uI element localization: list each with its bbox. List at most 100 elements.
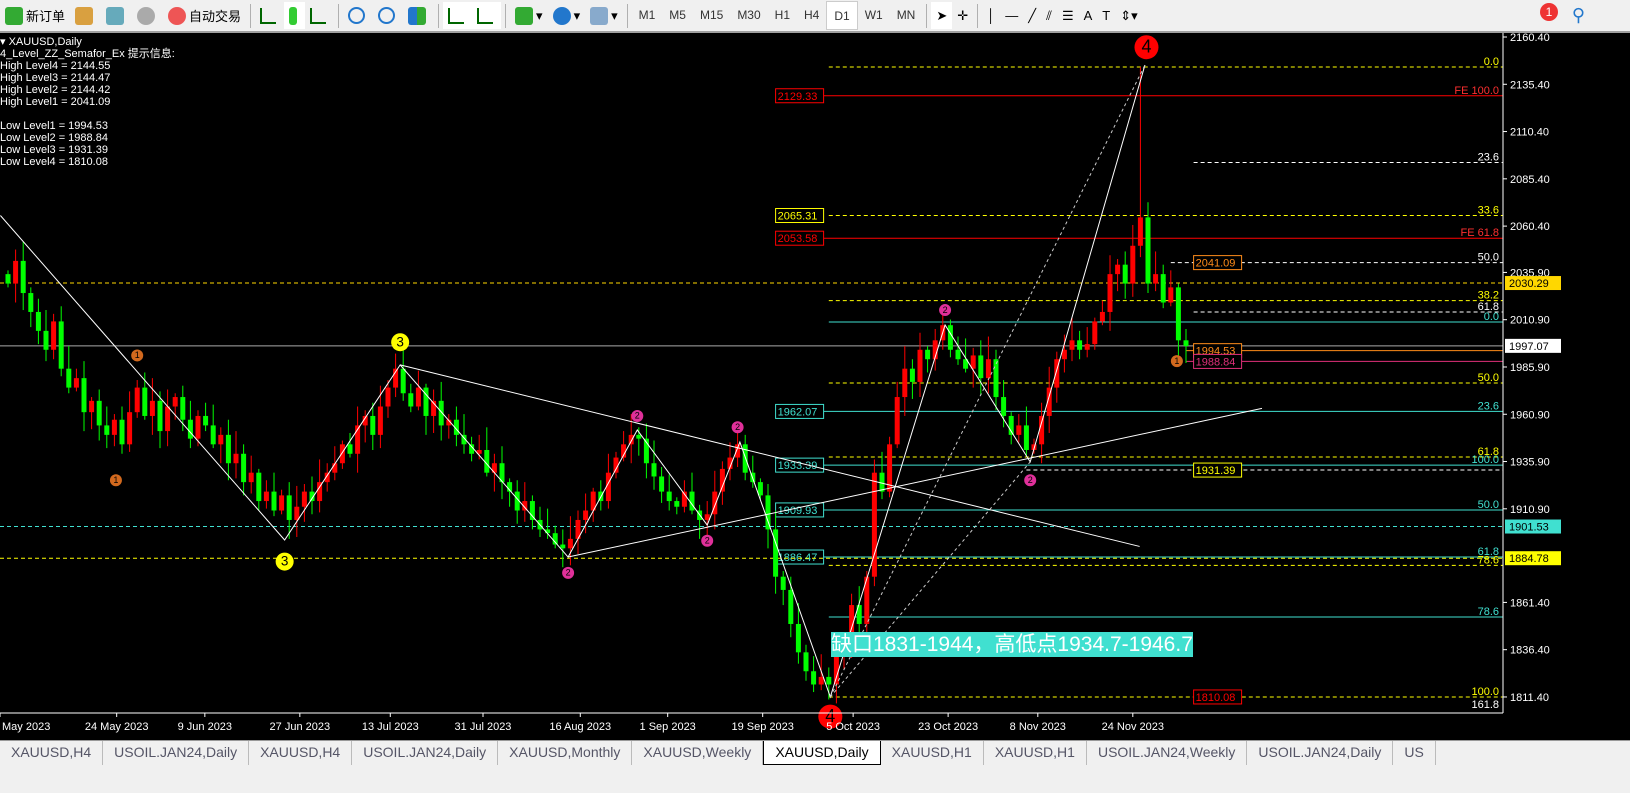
chart-tab[interactable]: XAUUSD,H1 — [881, 741, 984, 765]
candle-body — [233, 453, 239, 464]
new-order-button[interactable]: 新订单 — [0, 2, 70, 29]
candle-body — [370, 415, 376, 435]
fibo-base-line — [829, 64, 1146, 698]
candle-body — [119, 419, 125, 445]
signal-button[interactable] — [132, 2, 163, 29]
chart-tab[interactable]: XAUUSD,H4 — [249, 741, 353, 765]
chart-canvas[interactable]: 0.0 FE 100.0 2129.33 23.6 33.6 2065.31 FE 61.8… — [0, 32, 1630, 740]
time-tick-label: May 2023 — [2, 721, 50, 733]
candle-body — [636, 434, 642, 439]
candle-body — [795, 623, 801, 653]
candle-body — [218, 434, 224, 445]
periods-button[interactable]: ▾ — [548, 2, 586, 29]
notification-badge[interactable]: 1 — [1540, 3, 1558, 21]
navigator-button[interactable] — [101, 2, 132, 29]
candle-body — [225, 434, 231, 464]
chart-tab[interactable]: XAUUSD,Weekly — [632, 741, 764, 765]
timeframe-m5[interactable]: M5 — [662, 1, 693, 28]
candle-body — [811, 671, 817, 685]
chart-tab[interactable]: XAUUSD,Monthly — [498, 741, 633, 765]
candle-body — [149, 400, 155, 416]
candle-body — [5, 274, 11, 284]
auto-scroll-button[interactable] — [443, 2, 473, 29]
timeframe-m1[interactable]: M1 — [632, 1, 663, 28]
level-label: 100.0 — [1471, 454, 1499, 466]
chart-tab[interactable]: USOIL.JAN24,Daily — [103, 741, 250, 765]
time-tick-label: 31 Jul 2023 — [455, 721, 512, 733]
candle-body — [89, 400, 95, 413]
semafor-marker-label: 1 — [135, 350, 140, 360]
crosshair-tool[interactable]: ✛ — [952, 2, 973, 29]
candlestick-button[interactable] — [284, 2, 306, 29]
bar-chart-button[interactable] — [255, 2, 284, 29]
candle-body — [780, 576, 786, 590]
candle-body — [689, 491, 695, 511]
candle-body — [628, 434, 634, 445]
gap-annotation[interactable]: 缺口1831-1944，高低点1934.7-1946.7 — [831, 632, 1193, 657]
timeframe-d1[interactable]: D1 — [826, 1, 858, 30]
text-label-tool[interactable]: T — [1097, 2, 1115, 29]
cursor-tool[interactable]: ➤ — [931, 2, 953, 29]
equidistant-channel-tool[interactable]: ⫽ — [1041, 2, 1057, 29]
price-tag-label: 1901.53 — [1509, 522, 1549, 534]
candle-body — [803, 652, 809, 672]
time-tick-label: 9 Jun 2023 — [178, 721, 232, 733]
templates-button[interactable]: ▾ — [585, 2, 623, 29]
arrows-tool[interactable]: ⇕▾ — [1115, 2, 1142, 29]
candle-body — [301, 491, 307, 507]
zoom-out-button[interactable] — [373, 2, 403, 29]
auto-trading-button[interactable]: 自动交易 — [163, 2, 246, 29]
chart-tab[interactable]: US — [1393, 741, 1436, 765]
price-tick-label: 1836.40 — [1510, 645, 1550, 657]
chart-tab[interactable]: XAUUSD,H1 — [984, 741, 1087, 765]
timeframe-mn[interactable]: MN — [890, 1, 923, 28]
time-tick-label: 19 Sep 2023 — [731, 721, 793, 733]
semafor-marker-label: 3 — [281, 554, 289, 569]
timeframe-w1[interactable]: W1 — [858, 1, 890, 28]
price-tag-label: 1997.07 — [1509, 341, 1549, 353]
zoom-in-button[interactable] — [343, 2, 373, 29]
semafor-marker-label: 3 — [396, 334, 404, 349]
price-tick-label: 2085.40 — [1510, 174, 1550, 186]
notifications-button[interactable] — [1590, 2, 1630, 29]
chart-tab[interactable]: USOIL.JAN24,Daily — [1247, 741, 1394, 765]
candle-body — [58, 321, 64, 369]
timeframe-h1[interactable]: H1 — [768, 1, 797, 28]
vertical-line-tool[interactable]: │ — [982, 2, 1000, 29]
candle-body — [1099, 311, 1105, 322]
timeframe-m30[interactable]: M30 — [730, 1, 767, 28]
horizontal-line-tool[interactable]: — — [1000, 2, 1023, 29]
text-tool[interactable]: A — [1079, 2, 1098, 29]
timeframe-m15[interactable]: M15 — [693, 1, 730, 28]
tile-windows-button[interactable] — [403, 2, 434, 29]
time-tick-label: 24 Nov 2023 — [1102, 721, 1164, 733]
price-tag-label: 2030.29 — [1509, 278, 1549, 290]
chart-tab[interactable]: USOIL.JAN24,Daily — [352, 741, 499, 765]
level-label: 78.6 — [1478, 606, 1499, 618]
axis-right-margin — [1568, 33, 1630, 740]
chart-tab[interactable]: XAUUSD,H4 — [0, 741, 104, 765]
candle-body — [385, 387, 391, 407]
chart-tab[interactable]: USOIL.JAN24,Weekly — [1087, 741, 1248, 765]
price-tag-label: 1884.78 — [1509, 553, 1549, 565]
fibonacci-tool[interactable]: ☰ — [1057, 2, 1079, 29]
zoom-out-icon — [378, 7, 396, 24]
chart-tab[interactable]: XAUUSD,Daily — [763, 741, 881, 765]
price-chart[interactable]: 0.0 FE 100.0 2129.33 23.6 33.6 2065.31 FE 61.8… — [0, 32, 1630, 740]
semafor-marker-label: 2 — [566, 568, 571, 578]
candle-body — [134, 387, 140, 413]
market-watch-button[interactable] — [70, 2, 101, 29]
chart-shift-button[interactable] — [472, 2, 502, 29]
search-button[interactable]: ⚲ — [1567, 2, 1590, 29]
trendline-tool[interactable]: ╱ — [1023, 2, 1041, 29]
candle-body — [1016, 425, 1022, 435]
time-tick-label: 5 Oct 2023 — [826, 721, 880, 733]
timeframe-h4[interactable]: H4 — [797, 1, 826, 28]
price-tick-label: 2060.40 — [1510, 221, 1550, 233]
candle-body — [1145, 217, 1151, 284]
candle-body — [1168, 287, 1174, 303]
candle-body — [788, 589, 794, 624]
semafor-marker-label: 2 — [943, 305, 948, 315]
line-chart-button[interactable] — [305, 2, 334, 29]
indicators-button[interactable]: ▾ — [510, 2, 548, 29]
